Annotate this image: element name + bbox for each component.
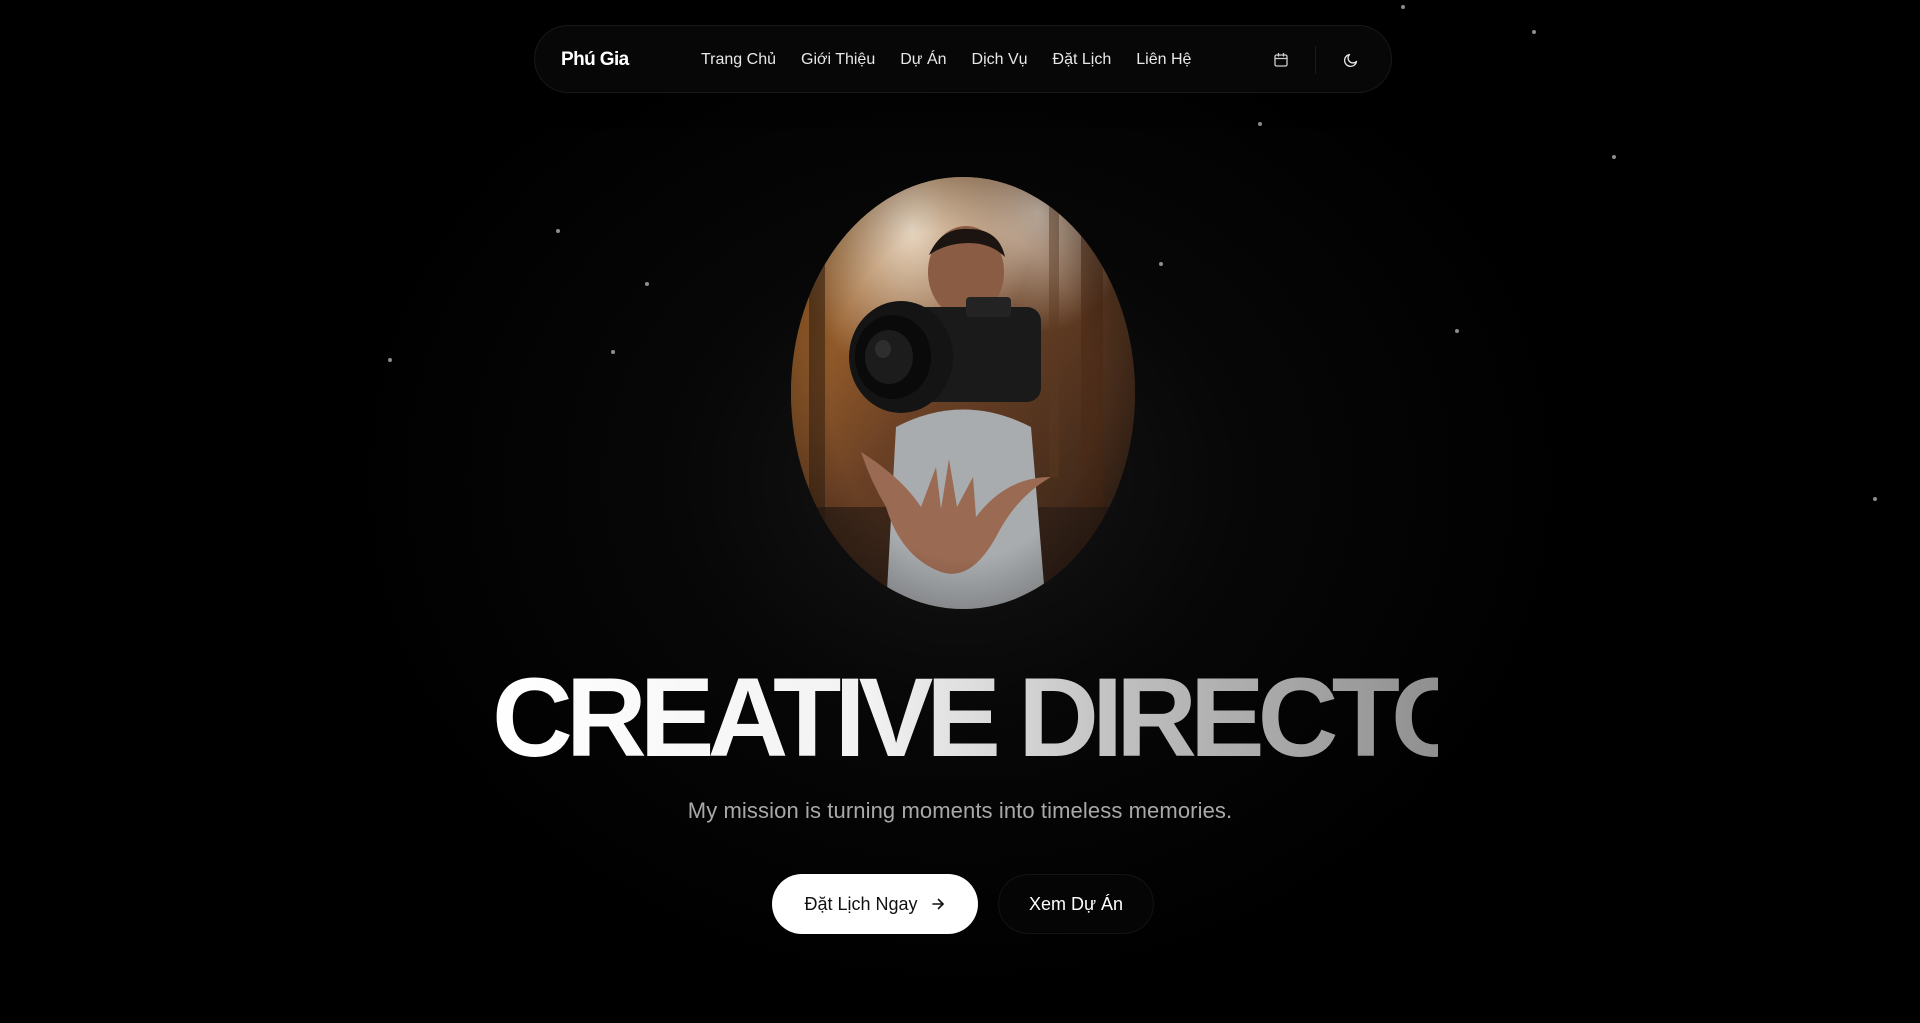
hero-subtitle: My mission is turning moments into timel… (687, 798, 1233, 823)
star-decoration (645, 282, 649, 286)
star-decoration (1159, 262, 1163, 266)
nav-item-trang-chu[interactable]: Trang Chủ (701, 51, 776, 69)
nav-divider (1315, 46, 1316, 74)
view-projects-button[interactable]: Xem Dự Án (998, 874, 1154, 934)
star-decoration (1401, 5, 1405, 9)
nav-item-lien-he[interactable]: Liên Hệ (1136, 51, 1191, 69)
star-decoration (1612, 155, 1616, 159)
star-decoration (1873, 497, 1877, 501)
photographer-photo (791, 177, 1135, 609)
nav-item-du-an[interactable]: Dự Án (900, 51, 946, 69)
brand-logo[interactable]: Phú Gia (561, 26, 629, 94)
navbar: Phú Gia Trang Chủ Giới Thiệu Dự Án Dịch … (534, 25, 1392, 93)
moon-icon (1343, 53, 1358, 68)
star-decoration (611, 350, 615, 354)
view-projects-label: Xem Dự Án (1028, 893, 1124, 914)
star-decoration (1258, 122, 1262, 126)
hero-headline: CREATIVE DIRECTOR (488, 648, 1438, 788)
hero-portrait-image (791, 177, 1135, 609)
book-now-label: Đặt Lịch Ngay (804, 893, 918, 914)
star-decoration (1455, 329, 1459, 333)
nav-item-dat-lich[interactable]: Đặt Lịch (1053, 51, 1112, 69)
hero-page: Phú Gia Trang Chủ Giới Thiệu Dự Án Dịch … (0, 0, 1920, 1023)
nav-item-gioi-thieu[interactable]: Giới Thiệu (801, 51, 875, 69)
hero-headline-container: CREATIVE DIRECTOR (488, 648, 1438, 788)
arrow-right-icon (931, 898, 944, 910)
calendar-button[interactable] (1264, 43, 1298, 77)
calendar-icon (1274, 52, 1288, 67)
star-decoration (388, 358, 392, 362)
nav-menu: Trang Chủ Giới Thiệu Dự Án Dịch Vụ Đặt L… (701, 26, 1216, 94)
theme-toggle-button[interactable] (1334, 43, 1368, 77)
book-now-button[interactable]: Đặt Lịch Ngay (772, 874, 978, 934)
star-decoration (1532, 30, 1536, 34)
star-decoration (556, 229, 560, 233)
nav-item-dich-vu[interactable]: Dịch Vụ (972, 51, 1028, 69)
